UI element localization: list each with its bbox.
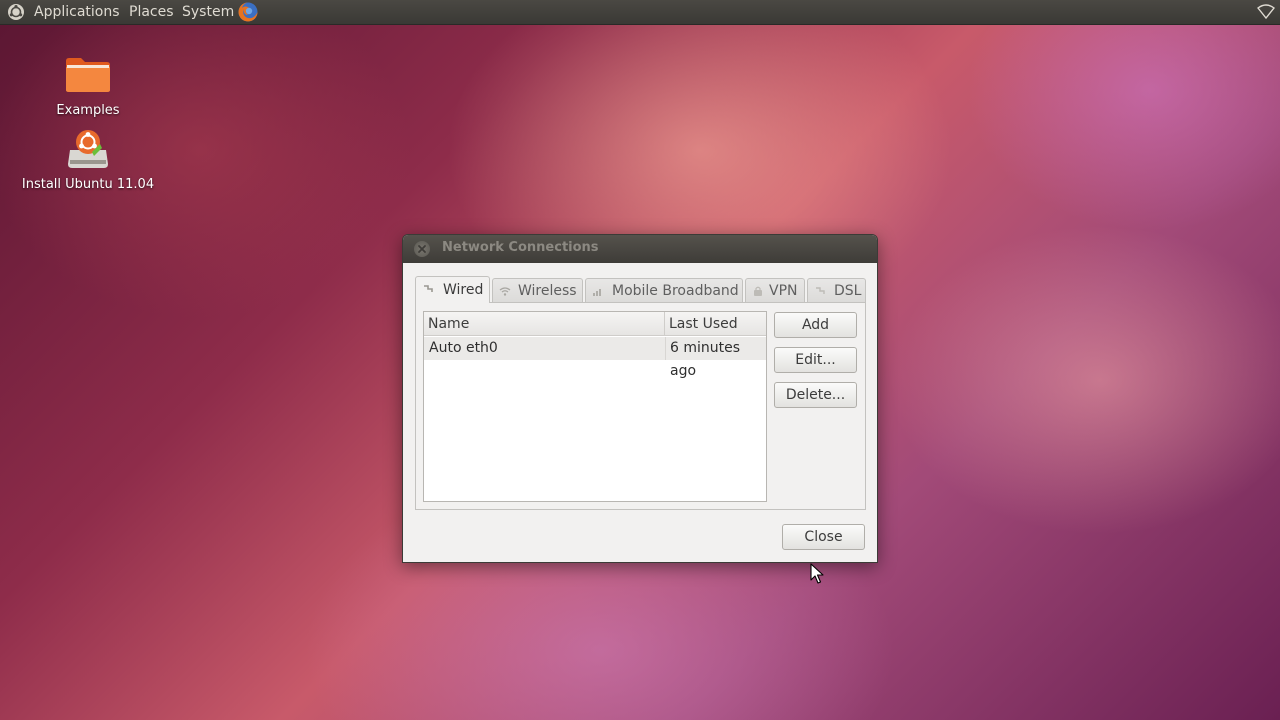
desktop-icon-label: Examples <box>56 103 120 118</box>
desktop: Applications Places System Examples Inst… <box>0 0 1280 720</box>
connection-list[interactable]: Name Last Used Auto eth0 6 minutes ago <box>423 311 767 502</box>
wireless-icon <box>499 287 511 296</box>
close-icon <box>418 245 426 253</box>
delete-button[interactable]: Delete... <box>774 382 857 408</box>
cell-last-used: 6 minutes ago <box>670 340 741 379</box>
menu-places[interactable]: Places <box>129 3 174 21</box>
column-header-name[interactable]: Name <box>424 312 665 336</box>
desktop-icon-install-ubuntu[interactable]: Install Ubuntu 11.04 <box>13 126 163 192</box>
tab-vpn[interactable]: VPN <box>745 278 805 302</box>
tab-mobile-broadband[interactable]: Mobile Broadband <box>585 278 743 302</box>
cell-name: Auto eth0 <box>429 340 498 356</box>
tab-label: Mobile Broadband <box>612 283 739 299</box>
tab-wireless[interactable]: Wireless <box>492 278 583 302</box>
tab-dsl[interactable]: DSL <box>807 278 866 302</box>
close-button[interactable]: Close <box>782 524 865 550</box>
menu-system[interactable]: System <box>182 3 234 21</box>
installer-icon <box>68 130 108 168</box>
edit-button[interactable]: Edit... <box>774 347 857 373</box>
tab-label: DSL <box>834 283 862 299</box>
dsl-icon <box>816 287 825 294</box>
column-header-last-used[interactable]: Last Used <box>665 312 766 336</box>
lock-icon <box>754 286 762 296</box>
dialog-title: Network Connections <box>442 240 599 255</box>
tab-label: Wired <box>443 282 484 298</box>
table-row[interactable]: Auto eth0 6 minutes ago <box>424 337 766 379</box>
folder-icon <box>66 58 110 92</box>
tab-wired[interactable]: Wired <box>415 276 490 303</box>
column-divider <box>665 337 666 360</box>
dialog-titlebar[interactable]: Network Connections <box>403 235 877 263</box>
desktop-icon-examples[interactable]: Examples <box>13 52 163 118</box>
ubuntu-logo-icon[interactable] <box>7 3 25 21</box>
mouse-pointer-icon <box>810 563 824 584</box>
menu-applications[interactable]: Applications <box>34 3 120 21</box>
titlebar-close-button[interactable] <box>414 241 430 257</box>
top-panel: Applications Places System <box>0 0 1280 25</box>
add-button[interactable]: Add <box>774 312 857 338</box>
tab-label: Wireless <box>518 283 577 299</box>
wired-icon <box>424 285 433 292</box>
firefox-icon[interactable] <box>237 1 259 23</box>
network-connections-dialog: Network Connections Wired Wireless Mobil… <box>402 234 878 563</box>
signal-icon <box>593 289 601 296</box>
desktop-icon-label: Install Ubuntu 11.04 <box>21 177 155 192</box>
tab-label: VPN <box>769 283 798 299</box>
network-status-icon[interactable] <box>1256 3 1276 21</box>
